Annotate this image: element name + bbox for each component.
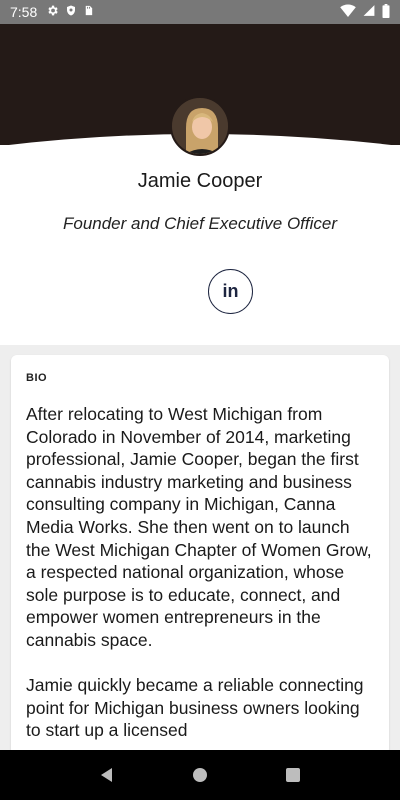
- avatar: [170, 96, 230, 156]
- wifi-icon: [340, 4, 356, 20]
- shield-icon: [65, 4, 77, 20]
- linkedin-icon: in: [222, 281, 239, 301]
- signal-icon: [362, 4, 376, 20]
- status-time: 7:58: [10, 4, 38, 20]
- bio-paragraph: Jamie quickly became a reliable connecti…: [26, 675, 364, 741]
- back-icon: [100, 768, 112, 782]
- home-button[interactable]: [185, 760, 215, 790]
- battery-icon: [382, 3, 390, 21]
- linkedin-button[interactable]: in: [208, 269, 253, 314]
- status-bar: 7:58: [0, 0, 400, 24]
- profile-title: Founder and Chief Executive Officer: [62, 214, 338, 233]
- bio-text: After relocating to West Michigan from C…: [26, 403, 378, 755]
- recents-button[interactable]: [278, 760, 308, 790]
- bio-card: BIO After relocating to West Michigan fr…: [11, 355, 389, 755]
- bio-paragraph: After relocating to West Michigan from C…: [26, 404, 372, 650]
- home-icon: [192, 768, 207, 782]
- recents-icon: [286, 768, 301, 782]
- back-button[interactable]: [92, 760, 122, 790]
- bio-label: BIO: [26, 372, 48, 384]
- sd-card-icon: [83, 4, 94, 20]
- gear-icon: [46, 4, 59, 20]
- profile-name: Jamie Cooper: [137, 170, 263, 192]
- navigation-bar: [0, 750, 400, 800]
